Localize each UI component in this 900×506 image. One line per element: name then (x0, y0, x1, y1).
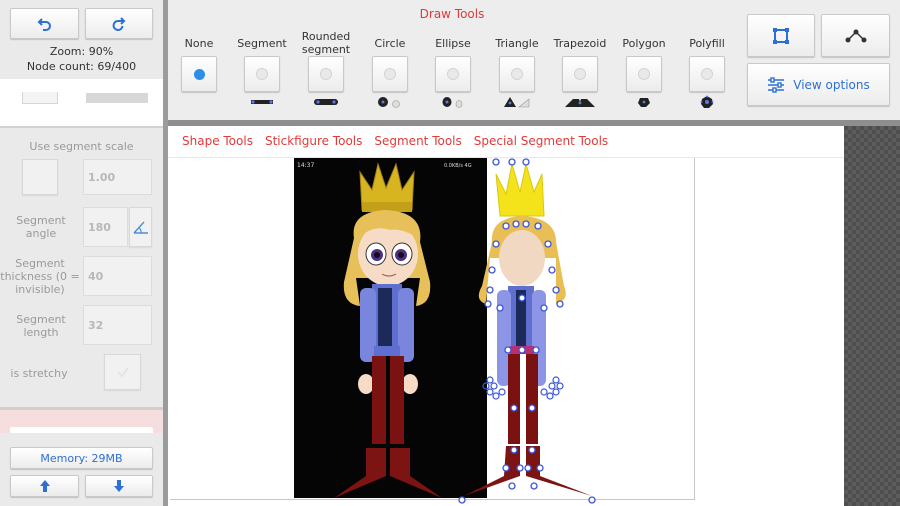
unselected-indicator (320, 68, 332, 80)
tool-label: Ellipse (435, 36, 471, 50)
undo-icon (37, 17, 51, 31)
tool-ellipse[interactable]: Ellipse (420, 30, 486, 110)
draw-tools-title: Draw Tools (419, 7, 485, 21)
segment-scale-field[interactable]: 1.00 (83, 159, 152, 195)
tool-label: Segment (237, 36, 287, 50)
left-panel: Zoom: 90% Node count: 69/400 Use segment… (0, 0, 163, 506)
tool-rounded-segment-button[interactable] (308, 56, 344, 92)
tool-triangle[interactable]: Triangle (484, 30, 550, 110)
triangle-preview-icon (504, 97, 530, 108)
angle-icon (132, 221, 148, 234)
unselected-indicator (384, 68, 396, 80)
tab-shape-tools[interactable]: Shape Tools (182, 134, 253, 148)
trapezoid-preview-icon (565, 99, 595, 107)
tool-segment-button[interactable] (244, 56, 280, 92)
bounding-box-icon (773, 27, 789, 44)
redo-icon (112, 16, 126, 31)
move-down-button[interactable] (85, 475, 153, 497)
tool-label: Triangle (495, 36, 539, 50)
arrow-down-icon (114, 480, 124, 492)
select-shape-button[interactable] (747, 14, 815, 57)
tool-polyfill-button[interactable] (689, 56, 725, 92)
arrow-up-icon (39, 480, 50, 492)
segment-angle-label: Segment angle (16, 214, 66, 240)
drawing-canvas[interactable]: Shape Tools Stickfigure Tools Segment To… (168, 126, 844, 506)
node-path-icon (845, 29, 866, 42)
segment-thickness-label: Segment thickness (0 = invisible) (0, 257, 80, 296)
unselected-indicator (638, 68, 650, 80)
tool-label: Trapezoid (553, 36, 607, 50)
scrolled-properties-stub (0, 79, 163, 126)
rounded-segment-preview-icon (314, 99, 338, 105)
panel-divider (0, 126, 163, 128)
tool-none-button[interactable] (181, 56, 217, 92)
undo-button[interactable] (10, 8, 79, 39)
reference-image: 14:37 0.0KB/s 4G (294, 158, 487, 498)
selected-indicator (193, 68, 205, 80)
tool-polyfill[interactable]: Polyfill (674, 30, 740, 110)
polygon-preview-icon (638, 98, 650, 107)
reference-status-time: 14:37 (297, 162, 314, 169)
tool-label: Rounded segment (301, 30, 351, 56)
sliders-icon (768, 76, 785, 93)
tool-circle-button[interactable] (372, 56, 408, 92)
tool-label: None (184, 36, 214, 50)
segment-angle-field[interactable]: 180 (83, 207, 128, 247)
segment-length-label: Segment length (16, 313, 66, 339)
unselected-indicator (574, 68, 586, 80)
segment-length-field[interactable]: 32 (83, 305, 152, 345)
tool-label: Polyfill (689, 36, 725, 50)
tool-tabs: Shape Tools Stickfigure Tools Segment To… (182, 134, 608, 148)
tool-triangle-button[interactable] (499, 56, 535, 92)
tool-polygon[interactable]: Polygon (611, 30, 677, 110)
tab-segment-tools[interactable]: Segment Tools (374, 134, 461, 148)
tool-label: Polygon (622, 36, 666, 50)
segment-preview-icon (251, 100, 273, 104)
is-stretchy-label: is stretchy (10, 367, 68, 380)
tool-trapezoid-button[interactable] (562, 56, 598, 92)
unselected-indicator (256, 68, 268, 80)
tool-circle[interactable]: Circle (357, 30, 423, 110)
move-up-button[interactable] (10, 475, 79, 497)
tool-trapezoid[interactable]: Trapezoid (547, 30, 613, 110)
use-segment-scale-checkbox[interactable] (22, 159, 58, 195)
draw-toolbar: Draw Tools None Segment Rounded segment … (168, 0, 900, 120)
property-button-stub[interactable] (22, 92, 58, 104)
node-count: Node count: 69/400 (26, 60, 137, 73)
tool-rounded-segment[interactable]: Rounded segment (293, 30, 359, 110)
tool-segment[interactable]: Segment (229, 30, 295, 110)
reference-status-right: 0.0KB/s 4G (444, 163, 472, 169)
unselected-indicator (701, 68, 713, 80)
checkmark-icon (116, 367, 129, 378)
tool-none[interactable]: None (166, 30, 232, 110)
tab-stickfigure-tools[interactable]: Stickfigure Tools (265, 134, 362, 148)
redo-button[interactable] (85, 8, 153, 39)
tab-special-segment-tools[interactable]: Special Segment Tools (474, 134, 608, 148)
zoom-level: Zoom: 90% (49, 45, 114, 58)
tool-polygon-button[interactable] (626, 56, 662, 92)
stickfigure-drawing[interactable]: 14:37 0.0KB/s 4G (294, 158, 694, 506)
unselected-indicator (447, 68, 459, 80)
angle-picker-button[interactable] (129, 207, 152, 247)
segment-thickness-field[interactable]: 40 (83, 256, 152, 296)
use-segment-scale-label: Use segment scale (29, 140, 134, 153)
polyfill-preview-icon (700, 95, 714, 108)
tool-ellipse-button[interactable] (435, 56, 471, 92)
is-stretchy-checkbox[interactable] (104, 354, 141, 390)
memory-button[interactable]: Memory: 29MB (10, 447, 153, 469)
ellipse-preview-icon (442, 97, 463, 108)
circle-preview-icon (378, 97, 400, 108)
unselected-indicator (511, 68, 523, 80)
property-field-stub[interactable] (86, 93, 148, 103)
node-path-button[interactable] (821, 14, 890, 57)
view-options-label: View options (793, 77, 870, 92)
warning-strip (0, 410, 163, 433)
tool-label: Circle (374, 36, 406, 50)
view-options-button[interactable]: View options (747, 63, 890, 106)
